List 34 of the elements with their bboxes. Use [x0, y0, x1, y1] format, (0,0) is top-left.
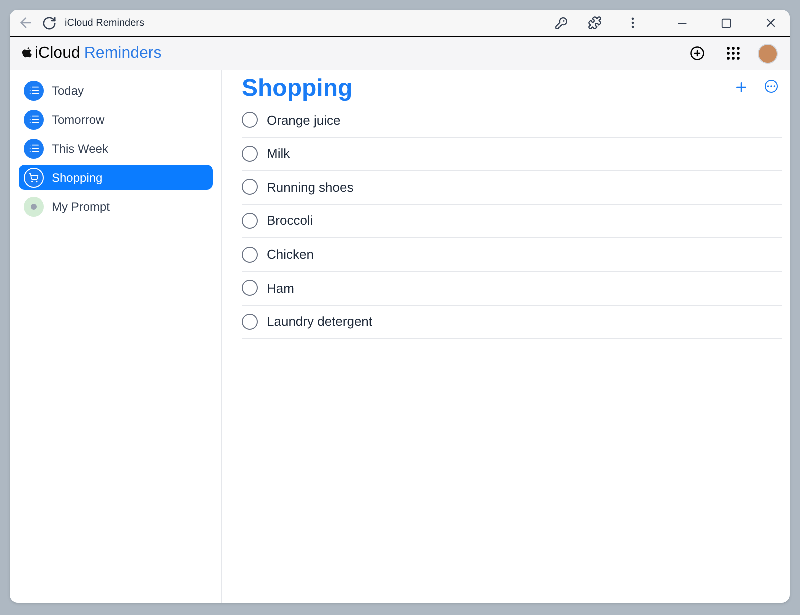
window-title: iCloud Reminders	[65, 16, 144, 30]
sidebar-item[interactable]: Tomorrow	[19, 107, 213, 132]
checkbox[interactable]	[242, 146, 258, 162]
add-icon[interactable]	[734, 80, 749, 95]
list-title: Shopping	[242, 74, 353, 104]
add-circle-icon[interactable]	[690, 46, 705, 61]
maximize-icon[interactable]	[721, 18, 732, 28]
reminder-text: Milk	[267, 145, 290, 164]
reminder-text: Laundry detergent	[267, 313, 373, 332]
puzzle-icon[interactable]	[588, 16, 602, 30]
checkbox[interactable]	[242, 213, 258, 230]
close-icon[interactable]	[764, 16, 778, 30]
checkbox[interactable]	[242, 280, 258, 296]
reminder-text: Orange juice	[267, 112, 341, 130]
checkbox[interactable]	[242, 179, 258, 196]
reminder-text: Chicken	[267, 246, 314, 264]
key-icon[interactable]	[555, 16, 568, 30]
reminder-text: Ham	[267, 280, 294, 298]
sidebar-item[interactable]: My Prompt	[19, 194, 213, 219]
reload-icon[interactable]	[42, 16, 57, 30]
product-name: Reminders	[84, 44, 162, 64]
sidebar-item[interactable]: This Week	[19, 136, 213, 161]
reminder-text: Running shoes	[267, 178, 354, 197]
checkbox[interactable]	[242, 112, 258, 128]
more-options-icon[interactable]	[765, 80, 778, 93]
reminder-text: Broccoli	[267, 212, 314, 230]
sidebar-item[interactable]: Today	[19, 78, 213, 103]
sidebar-item[interactable]: Shopping	[19, 165, 213, 190]
app-grid-icon[interactable]	[725, 45, 742, 62]
checkbox[interactable]	[242, 314, 258, 330]
apple-logo-icon	[22, 47, 33, 60]
brand-name: iCloud	[35, 44, 80, 64]
checkbox[interactable]	[242, 246, 258, 263]
avatar-silhouette[interactable]	[758, 44, 778, 64]
